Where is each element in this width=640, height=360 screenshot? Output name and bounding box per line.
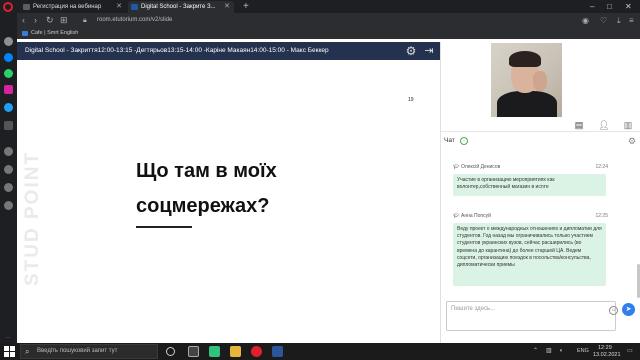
volume-icon[interactable]: ◖: [559, 343, 563, 360]
speed-dial-icon[interactable]: ⊞: [60, 14, 68, 27]
tray-up-icon[interactable]: ⌃: [533, 343, 538, 360]
message-header: 🎓︎ Олексій Денисов 12:24: [453, 163, 608, 172]
tab-favicon-icon: [131, 4, 138, 10]
close-window-button[interactable]: ✕: [625, 0, 632, 13]
exit-icon[interactable]: ⇥: [422, 44, 436, 58]
close-tab-icon[interactable]: ✕: [224, 1, 230, 13]
chat-tab-icon[interactable]: ▤: [572, 119, 586, 131]
emoji-icon[interactable]: ☺: [609, 306, 618, 315]
bookmark-cafe-smrt-english[interactable]: Cafe | Smrt English: [31, 28, 78, 39]
panel-tabs: ▤ 👤︎ ▥: [441, 118, 640, 132]
more-icon[interactable]: ···: [5, 335, 11, 341]
person-torso: [497, 91, 557, 117]
clock-time[interactable]: 12:29: [598, 345, 612, 351]
message-header: 🎓︎ Анна Попсуй 12:25: [453, 212, 608, 221]
scroll-down-icon[interactable]: ↓: [460, 137, 468, 145]
bookmark-favicon-icon: [22, 31, 28, 36]
file-explorer-icon[interactable]: [230, 346, 241, 357]
student-cap-icon: 🎓︎: [453, 164, 460, 170]
reload-icon[interactable]: ↻: [46, 14, 54, 27]
menu-icon[interactable]: ≡: [629, 14, 634, 27]
downloads-icon[interactable]: [4, 201, 13, 210]
chat-input[interactable]: Пишите здесь...: [446, 301, 616, 331]
presentation-slide: STUD POINT 19 Що там в моїх соцмережах?: [17, 60, 440, 343]
tab-title: Регистрация на вебинар: [33, 4, 102, 10]
settings-gear-icon[interactable]: ⚙: [404, 44, 418, 58]
files-tab-icon[interactable]: ▥: [621, 119, 635, 131]
slide-heading-line1: Що там в моїх: [136, 160, 277, 182]
download-icon[interactable]: ⤓: [617, 14, 621, 27]
cortana-icon[interactable]: [166, 347, 175, 356]
windows-taskbar: ⌕ Введіть пошуковий запит тут ⌃ ▥ ◖ ENG …: [0, 343, 640, 360]
clock-date[interactable]: 13.02.2021: [593, 352, 621, 358]
message-author: Анна Попсуй: [461, 213, 491, 219]
back-icon[interactable]: ‹: [22, 14, 25, 27]
app-icon[interactable]: [209, 346, 220, 357]
lock-icon: 🔒︎: [83, 17, 87, 24]
participants-tab-icon[interactable]: 👤︎: [597, 119, 611, 131]
task-view-icon[interactable]: [188, 346, 199, 357]
tab-title: Digital School - Закрите З...: [141, 4, 216, 10]
instagram-icon[interactable]: [4, 85, 13, 94]
slide-underline: [136, 226, 192, 228]
windows-start-icon[interactable]: [4, 346, 15, 357]
room-header: Digital School - Закриття12:00-13:15 -Де…: [17, 42, 440, 60]
forward-icon[interactable]: ›: [34, 14, 37, 27]
separator-icon: [4, 121, 13, 130]
chat-header: Чат ↓ ⚙: [441, 135, 640, 147]
browser-tab-digital-school[interactable]: Digital School - Закрите З... ✕: [128, 1, 234, 13]
student-cap-icon: 🎓︎: [453, 213, 460, 219]
twitter-icon[interactable]: [4, 103, 13, 112]
room-title: Digital School - Закриття12:00-13:15 -Де…: [25, 47, 329, 54]
address-bar-row: ‹ › ↻ ⊞ 🔒︎ room.etutorium.com/v2/slide ◉…: [17, 13, 640, 28]
webcam-video: [491, 43, 562, 117]
slide-number: 19: [408, 97, 414, 103]
message-bubble: Веду проект о международных отношениях и…: [453, 223, 606, 286]
bookmarks-bar: Cafe | Smrt English: [17, 28, 640, 39]
taskbar-search[interactable]: ⌕ Введіть пошуковий запит тут: [20, 344, 158, 359]
person-hand: [533, 71, 547, 91]
message-author: Олексій Денисов: [461, 164, 501, 170]
notifications-icon[interactable]: ▭: [627, 343, 633, 360]
new-tab-button[interactable]: +: [243, 0, 249, 13]
chat-title: Чат: [444, 137, 455, 144]
browser-tab-bar: Регистрация на вебинар ✕ Digital School …: [0, 0, 640, 13]
chat-settings-icon[interactable]: ⚙: [628, 135, 636, 147]
message-time: 12:24: [595, 164, 608, 170]
opera-logo-icon[interactable]: [3, 2, 13, 12]
watermark-text: STUD POINT: [22, 150, 43, 286]
home-icon[interactable]: [4, 37, 13, 46]
search-placeholder: Введіть пошуковий запит тут: [37, 348, 118, 354]
bookmarks-icon[interactable]: [4, 165, 13, 174]
message-time: 12:25: [595, 213, 608, 219]
url-field[interactable]: room.etutorium.com/v2/slide: [97, 15, 577, 26]
message-bubble: Участие в организацию мероприятиях как в…: [453, 174, 606, 196]
search-icon: ⌕: [25, 347, 30, 356]
word-icon[interactable]: [272, 346, 283, 357]
whatsapp-icon[interactable]: [4, 69, 13, 78]
network-icon[interactable]: ▥: [546, 343, 552, 360]
camera-icon[interactable]: ◉: [582, 14, 589, 27]
opera-taskbar-icon[interactable]: [251, 346, 262, 357]
close-tab-icon[interactable]: ✕: [116, 1, 122, 13]
history-icon[interactable]: [4, 147, 13, 156]
person-hair: [509, 51, 541, 67]
settings-icon[interactable]: [4, 183, 13, 192]
tab-favicon-icon: [23, 4, 30, 10]
right-panel: ▤ 👤︎ ▥ Чат ↓ ⚙ 🎓︎ Олексій Денисов 12:24 …: [440, 42, 640, 343]
slide-heading-line2: соцмережах?: [136, 195, 270, 217]
maximize-button[interactable]: □: [607, 0, 612, 13]
language-indicator[interactable]: ENG: [577, 343, 589, 360]
send-button[interactable]: ➤: [622, 303, 635, 316]
browser-tab-registration[interactable]: Регистрация на вебинар ✕: [20, 1, 126, 13]
watermark: STUD POINT: [22, 151, 222, 308]
bookmark-heart-icon[interactable]: ♡: [600, 14, 607, 27]
opera-sidebar: ···: [0, 13, 17, 343]
minimize-button[interactable]: –: [590, 0, 594, 13]
messenger-icon[interactable]: [4, 53, 13, 62]
